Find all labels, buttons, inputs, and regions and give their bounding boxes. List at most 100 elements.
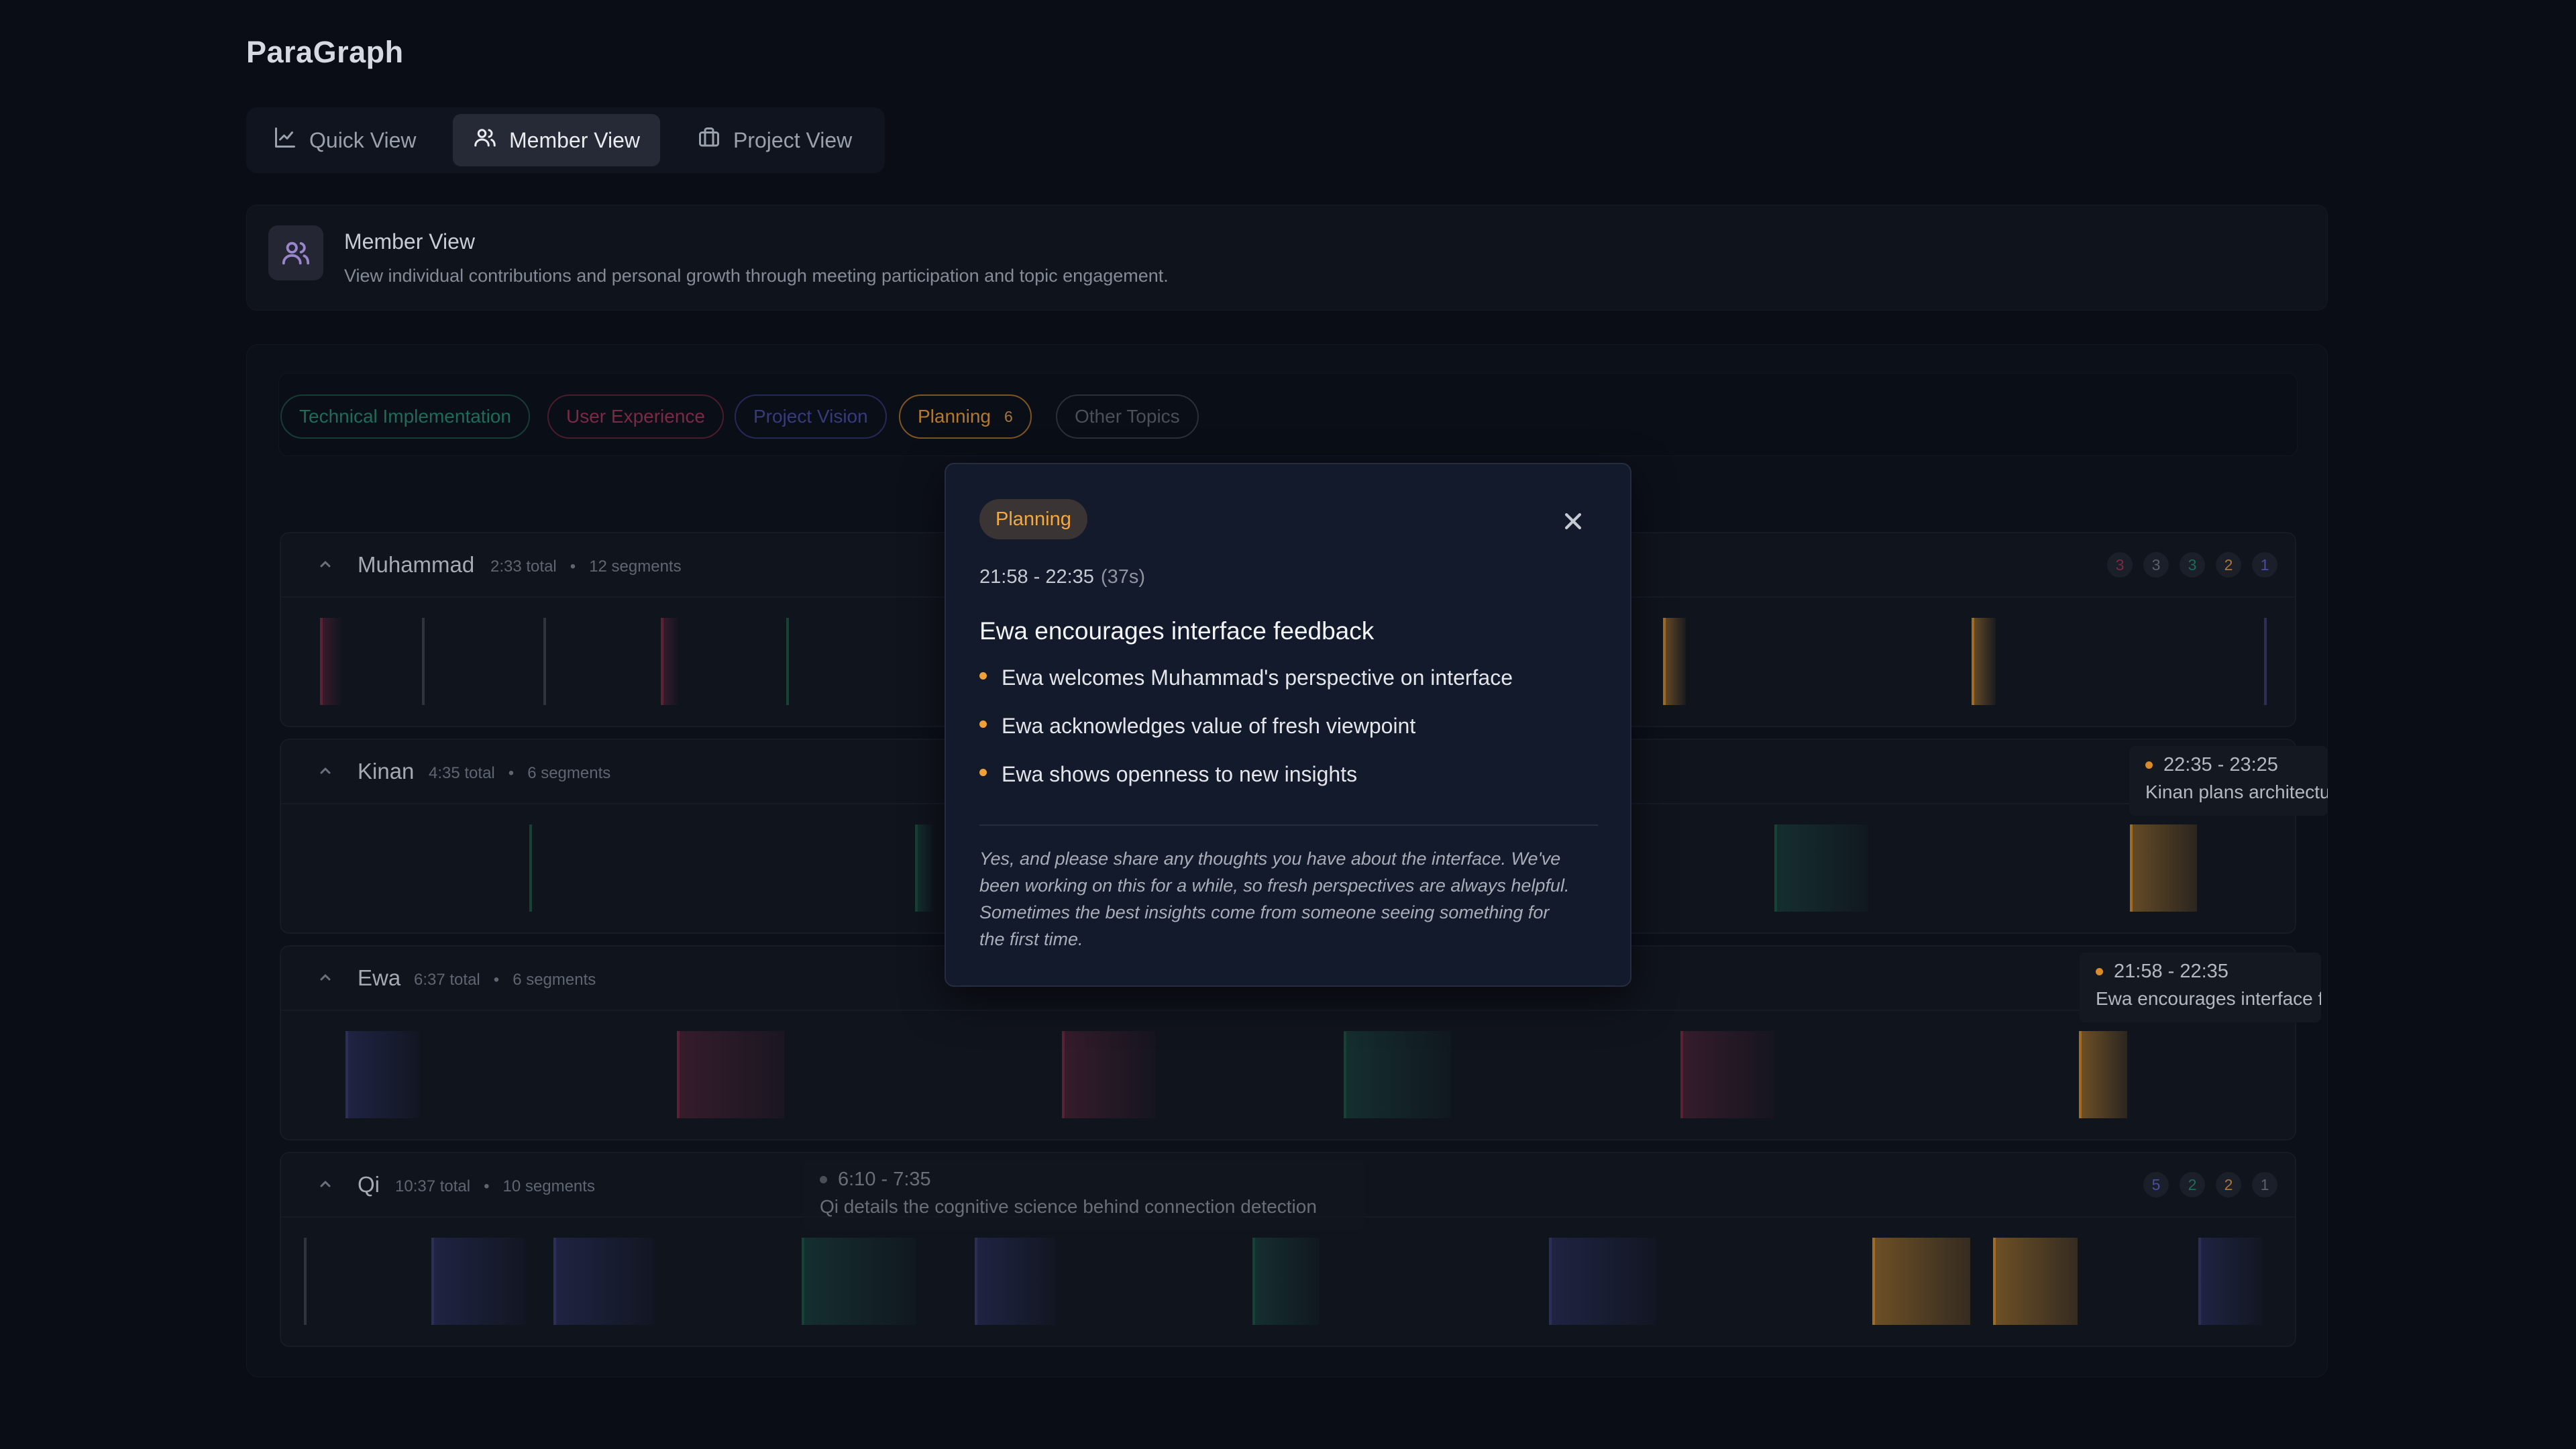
segment-tech[interactable]: [1252, 1238, 1320, 1325]
badge-planning: 2: [2216, 552, 2241, 578]
tooltip-time: 21:58 - 22:35: [2114, 961, 2229, 982]
segment-count: 10 segments: [502, 1177, 595, 1195]
segment-count: 12 segments: [589, 557, 682, 576]
badge-vision: 1: [2252, 552, 2277, 578]
member-stats: 10:37 total • 10 segments: [395, 1177, 595, 1196]
member-name: Muhammad: [358, 552, 475, 577]
tooltip-text: Ewa encourages interface feedback: [2096, 988, 2321, 1009]
tech-dot: [820, 1176, 827, 1183]
total-time: 10:37 total: [395, 1177, 471, 1195]
badge-other: 3: [2143, 552, 2169, 578]
member-name: Kinan: [358, 759, 415, 784]
segment-vision[interactable]: [2198, 1238, 2263, 1325]
key-point: Ewa welcomes Muhammad's perspective on i…: [979, 665, 1513, 714]
segment-planning[interactable]: [1872, 1238, 1970, 1325]
segment-tech[interactable]: [529, 824, 533, 912]
segment-time: 21:58 - 22:35 (37s): [979, 566, 1145, 588]
topic-pill-technical[interactable]: Technical Implementation: [280, 394, 530, 439]
badge-ux: 3: [2107, 552, 2133, 578]
timeline-lane: [281, 1011, 2295, 1139]
key-points: Ewa welcomes Muhammad's perspective on i…: [979, 665, 1513, 810]
stat-separator: •: [508, 764, 515, 782]
tab-quick-view[interactable]: Quick View: [253, 114, 436, 166]
info-title: Member View: [344, 229, 476, 254]
segment-planning[interactable]: [2130, 824, 2197, 912]
total-time: 6:37 total: [414, 971, 480, 989]
segment-tooltip: 22:35 - 23:25 Kinan plans architecture: [2129, 746, 2328, 816]
stat-separator: •: [570, 557, 576, 576]
segment-tech[interactable]: [915, 824, 935, 912]
member-name: Ewa: [358, 965, 401, 990]
segment-vision[interactable]: [975, 1238, 1055, 1325]
topic-pill-other[interactable]: Other Topics: [1056, 394, 1199, 439]
topic-pill-vision[interactable]: Project Vision: [735, 394, 887, 439]
tooltip-text: Kinan plans architecture: [2145, 782, 2328, 802]
tab-member-view[interactable]: Member View: [453, 114, 661, 166]
key-point-text: Ewa acknowledges value of fresh viewpoin…: [1002, 714, 1416, 738]
topic-badges: 3 3 3 2 1: [2107, 552, 2277, 578]
topic-count: 6: [1004, 407, 1013, 425]
segment-planning[interactable]: [1993, 1238, 2078, 1325]
bullet-dot: [979, 720, 987, 728]
divider: [979, 824, 1598, 826]
segment-count: 6 segments: [513, 971, 596, 989]
segment-vision[interactable]: [2264, 618, 2268, 705]
segment-vision[interactable]: [431, 1238, 525, 1325]
segment-planning[interactable]: [1972, 618, 1996, 705]
topic-label: Planning: [918, 406, 991, 427]
tooltip-time: 22:35 - 23:25: [2163, 754, 2278, 775]
segment-tooltip: 21:58 - 22:35 Ewa encourages interface f…: [2080, 953, 2321, 1022]
time-range: 21:58 - 22:35: [979, 566, 1094, 588]
chevron-up-icon[interactable]: [317, 763, 333, 779]
tooltip-time: 6:10 - 7:35: [838, 1169, 931, 1190]
segment-other[interactable]: [304, 1238, 308, 1325]
topic-pill-ux[interactable]: User Experience: [547, 394, 724, 439]
info-description: View individual contributions and person…: [344, 266, 1169, 286]
segment-tech[interactable]: [1344, 1031, 1451, 1118]
topic-label: Project Vision: [753, 406, 868, 427]
segment-vision[interactable]: [553, 1238, 654, 1325]
segment-other[interactable]: [543, 618, 547, 705]
chevron-up-icon[interactable]: [317, 969, 333, 985]
tab-label: Quick View: [309, 127, 417, 152]
topic-badges: 5 2 2 1: [2143, 1172, 2277, 1197]
segment-tech[interactable]: [1774, 824, 1868, 912]
view-info-card: Member View View individual contribution…: [246, 205, 2328, 311]
close-icon[interactable]: [1562, 510, 1585, 533]
badge-tech: 2: [2180, 1172, 2205, 1197]
timeline-lane: [281, 1218, 2295, 1346]
stat-separator: •: [493, 971, 500, 989]
segment-planning[interactable]: [1663, 618, 1686, 705]
segment-other[interactable]: [422, 618, 426, 705]
badge-planning: 2: [2216, 1172, 2241, 1197]
segment-tech[interactable]: [802, 1238, 916, 1325]
segment-detail-modal: Planning 21:58 - 22:35 (37s) Ewa encourag…: [945, 463, 1631, 987]
segment-ux[interactable]: [661, 618, 680, 705]
member-name: Qi: [358, 1172, 380, 1197]
chevron-up-icon[interactable]: [317, 1176, 333, 1192]
users-icon: [473, 125, 497, 155]
topic-pill-planning[interactable]: Planning 6: [899, 394, 1032, 439]
badge-other: 1: [2252, 1172, 2277, 1197]
segment-vision[interactable]: [345, 1031, 419, 1118]
segment-ux[interactable]: [320, 618, 343, 705]
total-time: 4:35 total: [429, 764, 495, 782]
segment-count: 6 segments: [527, 764, 611, 782]
total-time: 2:33 total: [490, 557, 557, 576]
segment-ux[interactable]: [677, 1031, 784, 1118]
key-point: Ewa shows openness to new insights: [979, 762, 1513, 810]
segment-tech[interactable]: [786, 618, 790, 705]
segment-planning[interactable]: [2079, 1031, 2127, 1118]
segment-ux[interactable]: [1062, 1031, 1156, 1118]
segment-vision[interactable]: [1549, 1238, 1656, 1325]
chevron-up-icon[interactable]: [317, 556, 333, 572]
key-point-text: Ewa welcomes Muhammad's perspective on i…: [1002, 665, 1513, 690]
chart-line-icon: [273, 125, 297, 155]
tab-project-view[interactable]: Project View: [677, 114, 872, 166]
topic-label: User Experience: [566, 406, 705, 427]
segment-ux[interactable]: [1680, 1031, 1774, 1118]
briefcase-icon: [697, 125, 721, 155]
badge-vision: 5: [2143, 1172, 2169, 1197]
tab-label: Project View: [733, 127, 853, 152]
tab-label: Member View: [509, 127, 641, 152]
